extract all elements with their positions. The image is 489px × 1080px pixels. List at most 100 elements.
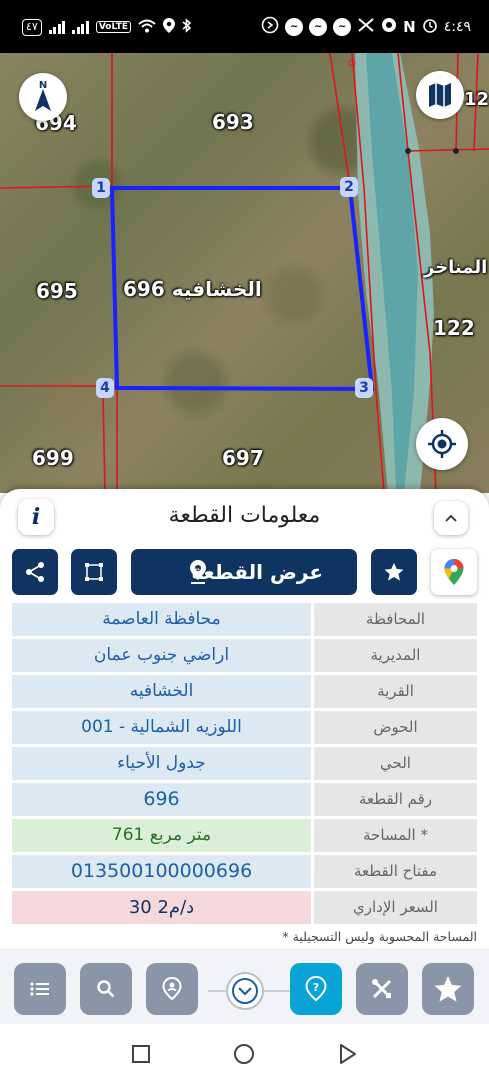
messenger-icon: ~ — [285, 18, 304, 36]
status-right: ~ ~ ~ N ٤:٤٩ — [261, 16, 471, 38]
basin-value: اللوزيه الشمالية - 001 — [12, 711, 311, 744]
parcel-label-122-partial: 12 — [464, 89, 489, 110]
vertex-4: 4 — [96, 378, 114, 398]
svg-text:?: ? — [313, 981, 319, 994]
home-icon[interactable] — [232, 1042, 256, 1066]
tools-button[interactable] — [356, 963, 408, 1015]
bluetooth-icon — [182, 18, 192, 36]
parcel-info-panel: i معلومات القطعة عرض القطعة محافظة العاص… — [0, 489, 489, 959]
governorate-label: المحافظة — [314, 603, 477, 636]
recent-apps-icon[interactable] — [131, 1044, 151, 1064]
plot-key-value: 013500100000696 — [12, 855, 311, 888]
draw-polygon-button[interactable] — [71, 549, 117, 595]
favorites-button[interactable] — [422, 963, 474, 1015]
neighborhood-label: الحي — [314, 747, 477, 780]
table-row: محافظة العاصمة المحافظة — [12, 603, 477, 636]
search-icon — [97, 980, 115, 998]
star-icon — [384, 563, 404, 581]
favorite-button[interactable] — [371, 549, 417, 595]
back-icon[interactable] — [338, 1043, 358, 1065]
question-pin-icon: ? — [305, 976, 327, 1002]
screen-record-icon — [261, 16, 279, 38]
table-row: 30 د/م2 السعر الإداري — [12, 891, 477, 924]
system-nav-bar — [0, 1024, 489, 1080]
alarm-icon — [422, 17, 438, 37]
north-arrow-button[interactable]: N — [19, 73, 67, 121]
table-row: جدول الأحياء الحي — [12, 747, 477, 780]
area-footnote: * المساحة المحسوبة وليس التسجيلية — [282, 929, 477, 944]
plot-key-label: مفتاح القطعة — [314, 855, 477, 888]
divider — [264, 990, 290, 992]
parcel-label-695: 695 — [36, 279, 78, 303]
my-location-button[interactable] — [416, 418, 468, 470]
table-row: اراضي جنوب عمان المديرية — [12, 639, 477, 672]
collapse-button[interactable] — [434, 501, 468, 535]
show-plot-label: عرض القطعة — [191, 560, 323, 584]
vertex-2: 2 — [340, 177, 358, 197]
table-row: 761 متر مربع المساحة * — [12, 819, 477, 852]
map-layers-button[interactable] — [416, 71, 464, 119]
action-row: عرض القطعة — [12, 549, 477, 595]
search-button[interactable] — [80, 963, 132, 1015]
table-row: 013500100000696 مفتاح القطعة — [12, 855, 477, 888]
show-plot-button[interactable]: عرض القطعة — [131, 549, 357, 595]
location-pin-icon — [162, 977, 182, 1001]
messenger-icon-2: ~ — [309, 18, 328, 36]
info-table: محافظة العاصمة المحافظة اراضي جنوب عمان … — [12, 603, 477, 927]
plot-number-label: رقم القطعة — [314, 783, 477, 816]
parcel-label-122: 122 — [433, 316, 475, 340]
bottom-toolbar: ? — [0, 948, 489, 1024]
table-row: اللوزيه الشمالية - 001 الحوض — [12, 711, 477, 744]
messenger-icon-3: ~ — [333, 18, 352, 36]
tools-icon — [372, 979, 392, 999]
share-icon — [26, 562, 44, 582]
vertex-1: 1 — [92, 178, 110, 198]
map-icon — [429, 83, 451, 107]
table-row: 696 رقم القطعة — [12, 783, 477, 816]
plot-number-value: 696 — [12, 783, 311, 816]
directorate-label: المديرية — [314, 639, 477, 672]
area-label: المساحة * — [314, 819, 477, 852]
crosshair-icon — [428, 430, 456, 458]
governorate-value: محافظة العاصمة — [12, 603, 311, 636]
parcel-label-697: 697 — [222, 446, 264, 470]
wifi-icon — [138, 19, 156, 36]
village-label: القرية — [314, 675, 477, 708]
chevron-up-icon — [445, 514, 457, 522]
area-label-manakher: المناخر — [424, 257, 488, 278]
battery-icon: ٤٧ — [22, 18, 42, 36]
parcel-label-699: 699 — [32, 446, 74, 470]
star-icon — [434, 976, 462, 1002]
vertex-3: 3 — [355, 378, 373, 398]
divider — [208, 990, 226, 992]
basin-label: الحوض — [314, 711, 477, 744]
list-icon — [30, 982, 49, 996]
help-location-button[interactable]: ? — [290, 963, 342, 1015]
nfc-icon: N — [403, 18, 416, 36]
clock: ٤:٤٩ — [443, 19, 471, 35]
signal-icon-2 — [72, 20, 89, 34]
neighborhood-value: جدول الأحياء — [12, 747, 311, 780]
list-button[interactable] — [14, 963, 66, 1015]
admin-price-label: السعر الإداري — [314, 891, 477, 924]
area-value: 761 متر مربع — [12, 819, 311, 852]
google-maps-button[interactable] — [431, 549, 477, 595]
expand-toolbar-button[interactable] — [226, 972, 264, 1010]
table-row: الخشافيه القرية — [12, 675, 477, 708]
village-value: الخشافيه — [12, 675, 311, 708]
google-maps-icon — [444, 559, 464, 585]
locate-pin-button[interactable] — [146, 963, 198, 1015]
parcel-label-693: 693 — [212, 110, 254, 134]
satellite-map[interactable]: 1 2 3 4 694 693 695 الخشافيه 696 699 697… — [0, 53, 489, 493]
app-icon — [357, 17, 375, 37]
status-left: ٤٧ VoLTE — [22, 18, 192, 36]
signal-icon — [48, 20, 66, 34]
app-icon-2 — [381, 17, 397, 37]
admin-price-value: 30 د/م2 — [12, 891, 311, 924]
share-button[interactable] — [12, 549, 58, 595]
chevron-down-icon — [232, 978, 258, 1004]
directorate-value: اراضي جنوب عمان — [12, 639, 311, 672]
north-arrow-icon: N — [35, 80, 51, 111]
location-icon — [163, 18, 176, 36]
status-bar: ٤٧ VoLTE ~ ~ ~ N ٤:٤٩ — [0, 0, 489, 53]
